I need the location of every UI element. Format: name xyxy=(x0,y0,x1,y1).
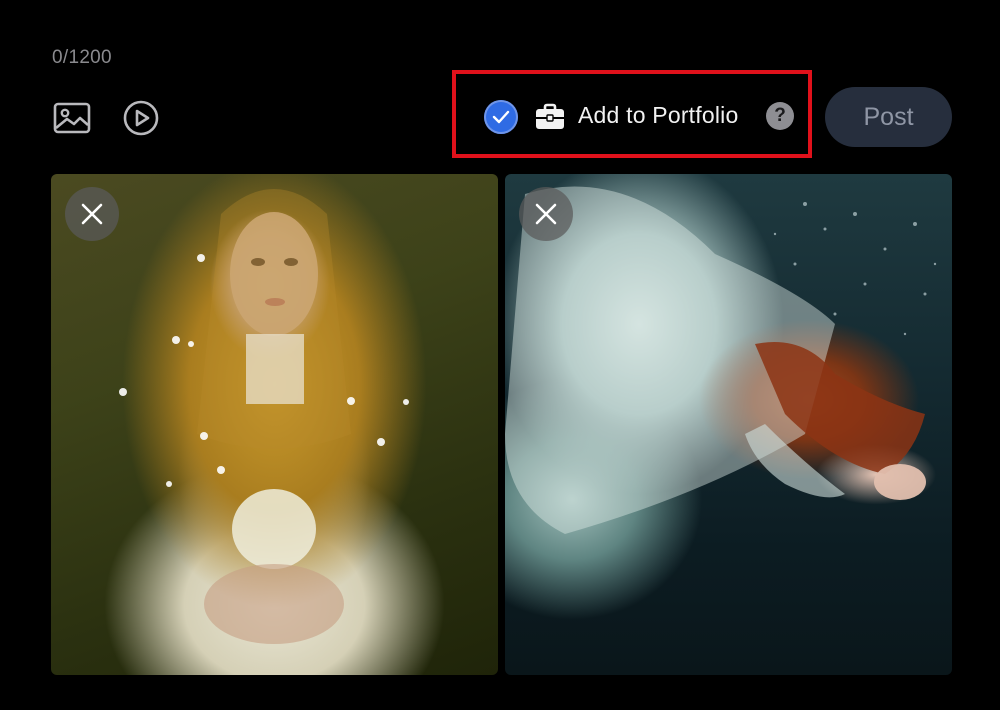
remove-attachment-button[interactable] xyxy=(65,187,119,241)
post-composer: 0/1200 Add to Portfolio ? Post xyxy=(0,0,1000,710)
play-circle-icon xyxy=(123,100,159,136)
character-counter: 0/1200 xyxy=(52,47,112,68)
attachment-photo xyxy=(51,174,498,675)
add-video-button[interactable] xyxy=(119,96,163,140)
close-icon xyxy=(81,203,103,225)
add-to-portfolio-label[interactable]: Add to Portfolio xyxy=(578,102,738,129)
image-icon xyxy=(53,102,91,134)
photo-underwater-woman-red-hair xyxy=(505,186,937,534)
photo-portrait-woman-golden-hair xyxy=(119,189,409,644)
remove-attachment-button[interactable] xyxy=(519,187,573,241)
add-image-button[interactable] xyxy=(50,96,94,140)
close-icon xyxy=(535,203,557,225)
checkmark-icon xyxy=(492,110,510,124)
attachment-photo xyxy=(505,174,952,675)
post-button[interactable]: Post xyxy=(825,87,952,147)
portfolio-checkbox[interactable] xyxy=(484,100,518,134)
briefcase-icon xyxy=(536,103,564,129)
help-icon[interactable]: ? xyxy=(766,102,794,130)
